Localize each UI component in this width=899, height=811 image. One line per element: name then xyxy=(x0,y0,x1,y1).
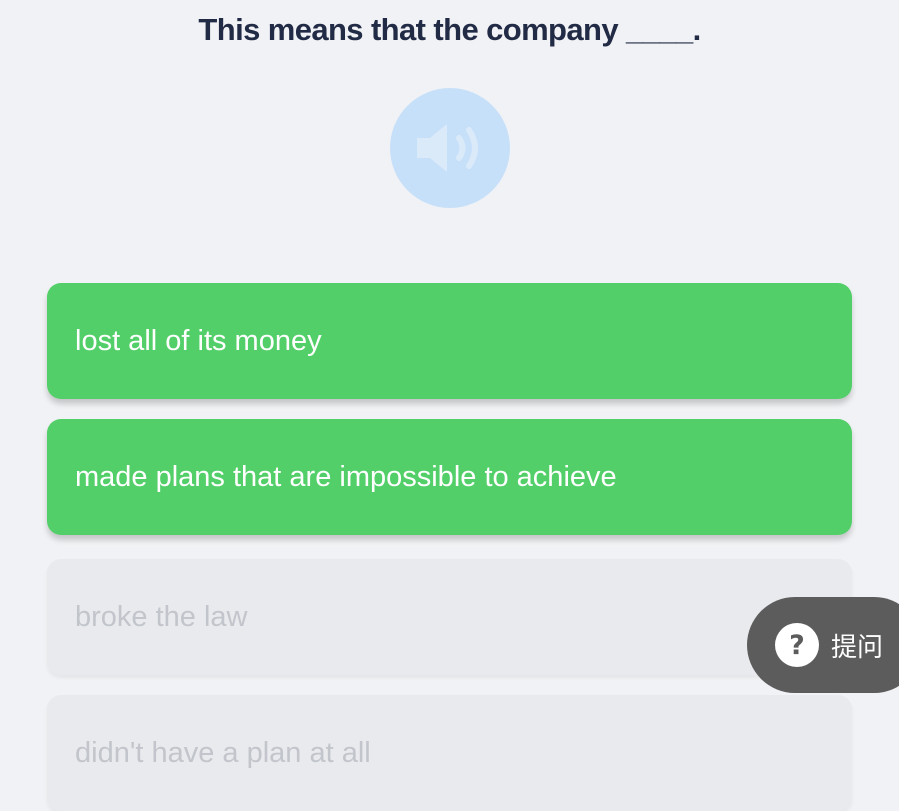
speaker-icon xyxy=(417,124,478,172)
audio-play-button[interactable] xyxy=(390,88,510,208)
answer-option-label: didn't have a plan at all xyxy=(75,736,371,769)
answer-option-1[interactable]: lost all of its money xyxy=(47,283,852,399)
answer-option-2[interactable]: made plans that are impossible to achiev… xyxy=(47,419,852,535)
answer-option-label: broke the law xyxy=(75,600,248,633)
answer-option-label: made plans that are impossible to achiev… xyxy=(75,460,617,493)
answer-option-label: lost all of its money xyxy=(75,324,322,357)
question-mark-icon: ? xyxy=(775,623,819,667)
ask-question-button[interactable]: ? 提问 xyxy=(747,597,899,693)
ask-question-label: 提问 xyxy=(831,632,884,663)
answer-option-4[interactable]: didn't have a plan at all xyxy=(47,695,852,811)
question-text: This means that the company ____. xyxy=(198,12,701,47)
answer-option-3[interactable]: broke the law xyxy=(47,559,852,675)
